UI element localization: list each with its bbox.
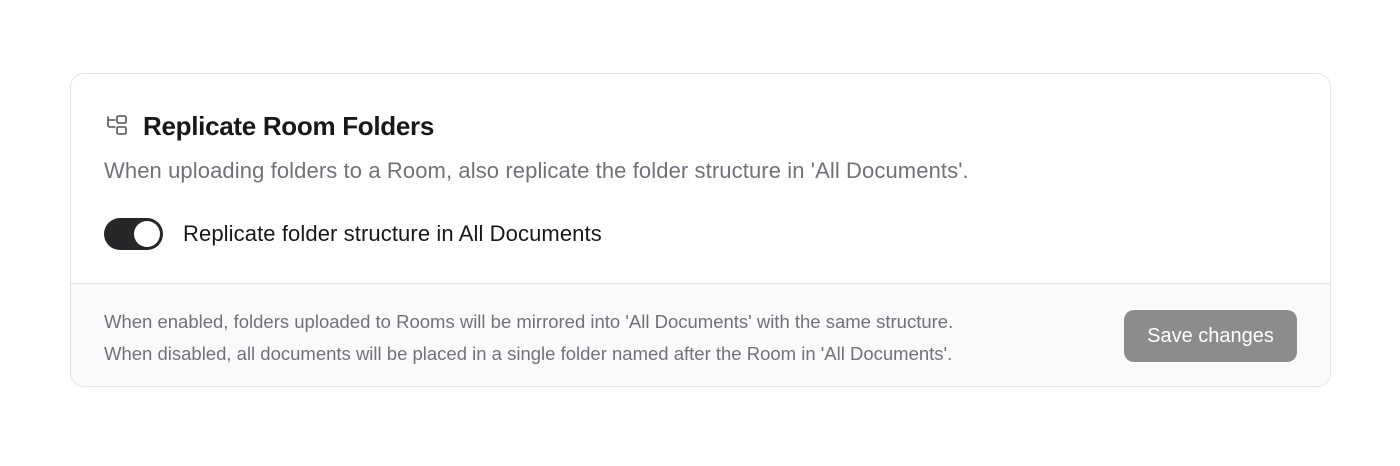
folder-tree-icon bbox=[104, 113, 130, 139]
toggle-label: Replicate folder structure in All Docume… bbox=[183, 221, 602, 246]
note-enabled: When enabled, folders uploaded to Rooms … bbox=[104, 311, 954, 332]
card-footer: When enabled, folders uploaded to Rooms … bbox=[71, 283, 1330, 386]
settings-card: Replicate Room Folders When uploading fo… bbox=[70, 73, 1331, 387]
title-row: Replicate Room Folders bbox=[104, 110, 434, 142]
save-changes-button[interactable]: Save changes bbox=[1124, 310, 1297, 362]
toggle-row: Replicate folder structure in All Docume… bbox=[104, 217, 602, 251]
section-title: Replicate Room Folders bbox=[143, 110, 435, 141]
section-description: When uploading folders to a Room, also r… bbox=[104, 158, 969, 183]
card-body: Replicate Room Folders When uploading fo… bbox=[71, 74, 1330, 283]
toggle-knob bbox=[134, 221, 160, 247]
note-disabled: When disabled, all documents will be pla… bbox=[104, 343, 953, 364]
replicate-structure-toggle[interactable] bbox=[104, 218, 163, 250]
footer-notes: When enabled, folders uploaded to Rooms … bbox=[104, 306, 953, 370]
